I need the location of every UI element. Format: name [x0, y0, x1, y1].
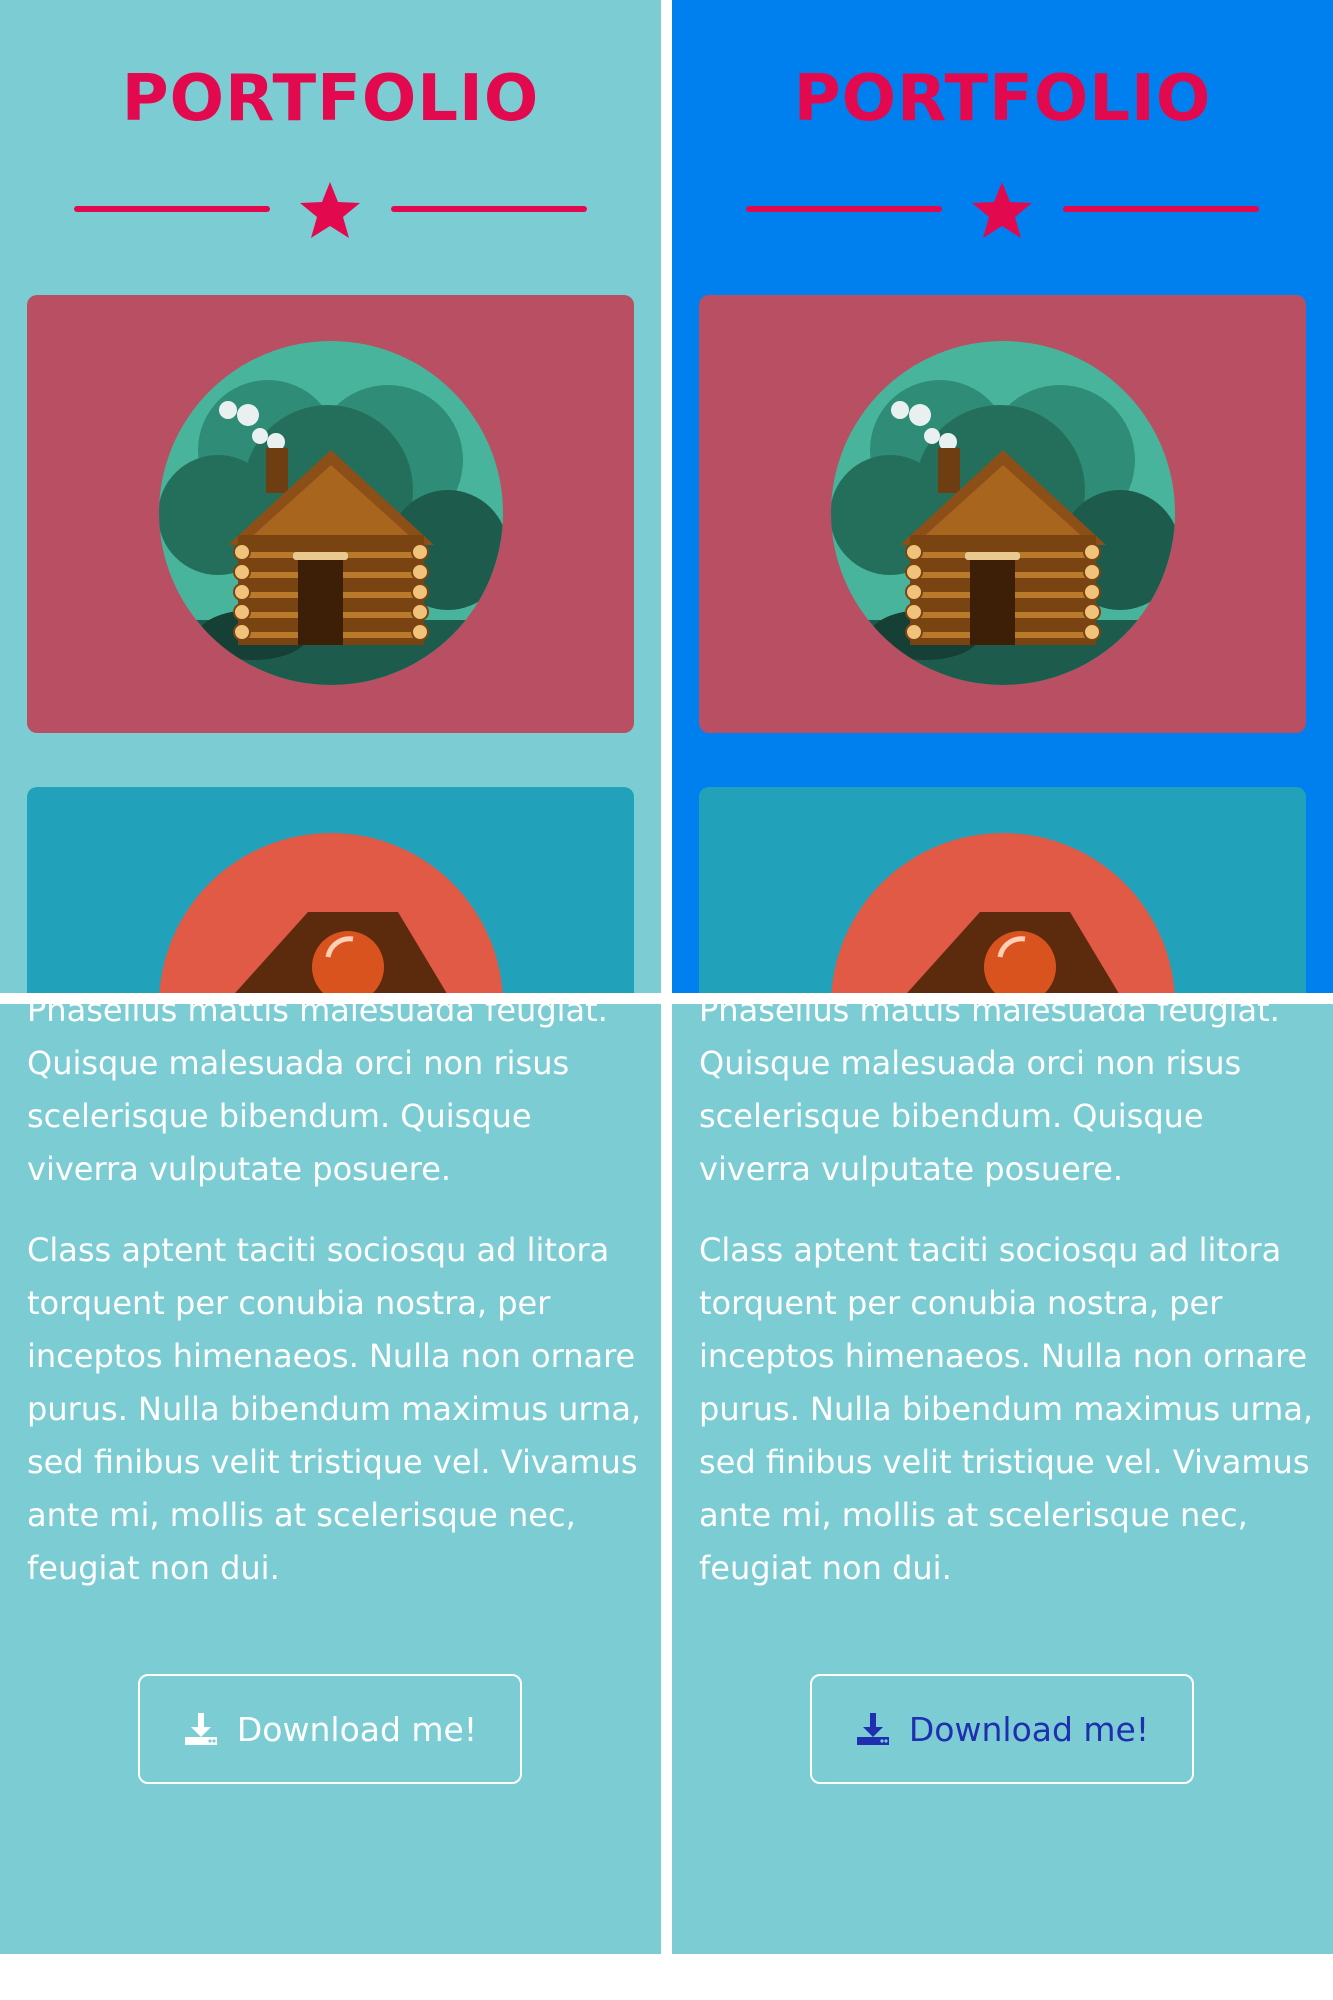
divider-line-left: [746, 206, 942, 212]
download-button[interactable]: Download me!: [810, 1674, 1194, 1784]
paragraph-1: Phasellus mattis malesuada feugiat. Quis…: [699, 1004, 1280, 1188]
paragraph-2: Class aptent taciti sociosqu ad litora t…: [699, 1231, 1314, 1587]
title-divider: [672, 180, 1333, 240]
portfolio-card-second[interactable]: [699, 787, 1306, 993]
star-icon: [972, 182, 1032, 238]
download-icon: [184, 1713, 217, 1745]
download-button[interactable]: Download me!: [138, 1674, 522, 1784]
portfolio-card-cabin[interactable]: [699, 295, 1306, 733]
portfolio-title: PORTFOLIO: [121, 62, 540, 136]
portfolio-title: PORTFOLIO: [793, 62, 1212, 136]
divider-line-right: [391, 206, 587, 212]
second-illustration: [831, 833, 1175, 993]
download-icon: [856, 1713, 889, 1745]
paragraph-1: Phasellus mattis malesuada feugiat. Quis…: [27, 1004, 608, 1188]
divider-line-right: [1063, 206, 1259, 212]
download-button-label: Download me!: [236, 1709, 478, 1749]
cabin-illustration: [159, 341, 503, 685]
right-panel-top: PORTFOLIO: [672, 0, 1333, 993]
portfolio-card-second[interactable]: [27, 787, 634, 993]
right-panel-bottom: Phasellus mattis malesuada feugiat. Quis…: [672, 1004, 1333, 1954]
cabin-illustration: [831, 341, 1175, 685]
second-illustration: [159, 833, 503, 993]
divider-line-left: [74, 206, 270, 212]
left-panel-top: PORTFOLIO: [0, 0, 661, 993]
portfolio-card-cabin[interactable]: [27, 295, 634, 733]
left-panel-bottom: Phasellus mattis malesuada feugiat. Quis…: [0, 1004, 661, 1954]
title-divider: [0, 180, 661, 240]
paragraph-2: Class aptent taciti sociosqu ad litora t…: [27, 1231, 642, 1587]
star-icon: [300, 182, 360, 238]
download-button-label: Download me!: [908, 1709, 1150, 1749]
